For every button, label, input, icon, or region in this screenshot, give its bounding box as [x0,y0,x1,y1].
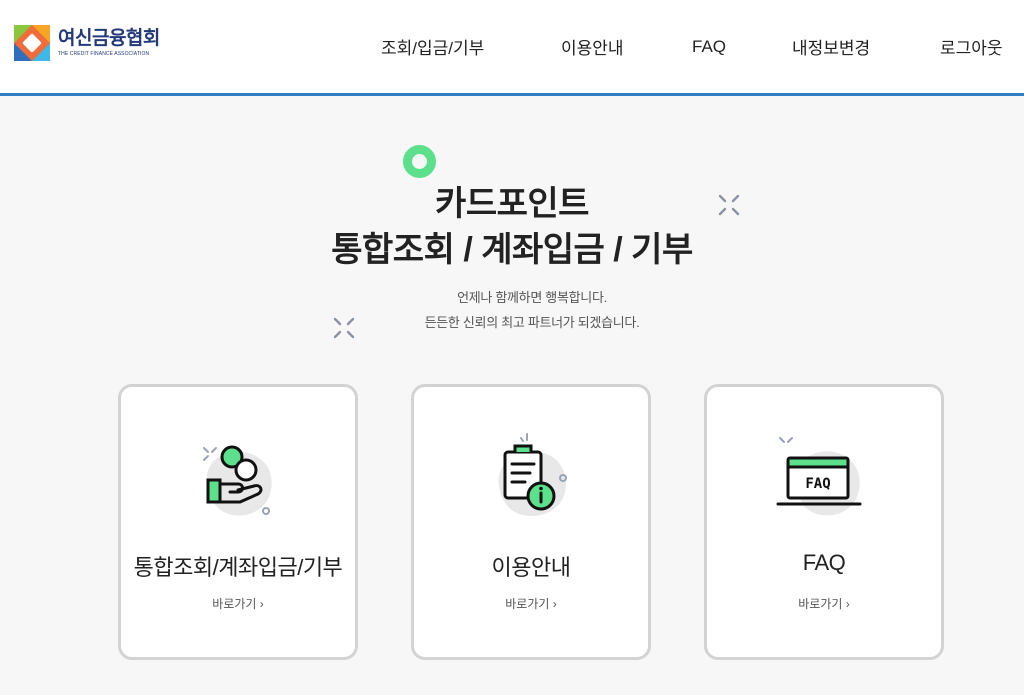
site-header: 여신금융협회 THE CREDIT FINANCE ASSOCIATION 조회… [0,0,1024,96]
go-link[interactable]: 바로가기 › [707,595,941,612]
nav-guide[interactable]: 이용안내 [561,34,624,59]
faq-screen-text: FAQ [805,476,830,492]
hero-title-line2: 통합조회 / 계좌입금 / 기부 [331,231,693,269]
site-logo[interactable]: 여신금융협회 THE CREDIT FINANCE ASSOCIATION [14,25,160,61]
logo-subtitle: THE CREDIT FINANCE ASSOCIATION [58,50,150,57]
card-inquiry-deposit-donation[interactable]: 통합조회/계좌입금/기부 바로가기 › [118,384,358,660]
go-link[interactable]: 바로가기 › [414,595,648,612]
card-title: FAQ [802,550,846,575]
hero-subtitle-line2: 든든한 신뢰의 최고 파트너가 되겠습니다. [424,315,640,330]
decorative-ring-icon [403,145,436,178]
logo-name: 여신금융협회 [58,27,160,49]
nav-inquiry-deposit-donation[interactable]: 조회/입금/기부 [381,34,484,59]
card-faq[interactable]: FAQ FAQ 바로가기 › [704,384,944,660]
card-title: 이용안내 [491,555,571,580]
faq-laptop-icon: FAQ [776,437,862,516]
hero-title-line1: 카드포인트 [435,185,589,223]
nav-logout[interactable]: 로그아웃 [940,34,1003,59]
go-link[interactable]: 바로가기 › [121,595,355,612]
card-guide[interactable]: 이용안내 바로가기 › [411,384,651,660]
coin-hand-icon [203,445,272,516]
hero-subtitle-line1: 언제나 함께하면 행복합니다. [457,290,607,305]
nav-faq[interactable]: FAQ [692,37,726,57]
logo-mark-icon [14,25,50,61]
card-title: 통합조회/계좌입금/기부 [133,555,343,580]
nav-my-info[interactable]: 내정보변경 [792,34,870,59]
clipboard-info-icon [498,433,567,516]
